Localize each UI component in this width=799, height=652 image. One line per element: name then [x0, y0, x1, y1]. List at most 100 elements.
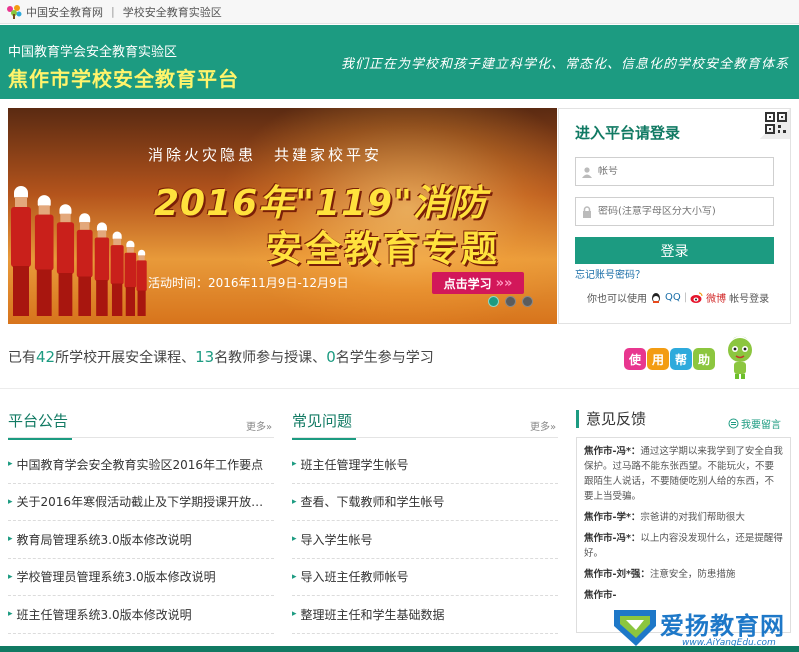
oauth-suffix: 帐号登录 [729, 294, 770, 305]
list-item[interactable]: ▸ 导入学生帐号 [292, 521, 558, 559]
password-input[interactable] [598, 206, 768, 217]
feedback-item: 焦作市-冯*：通过这学期以来我学到了安全自我保护。过马路不能东张西望。不能玩火，… [584, 444, 783, 504]
schools-text: 所学校开展安全课程、 [55, 350, 196, 366]
login-heading: 进入平台请登录 [575, 124, 681, 142]
list-item[interactable]: ▸ 中国教育学会安全教育实验区2016年工作要点 [8, 446, 274, 484]
feedback-text: 宗爸讲的对我们帮助很大 [640, 512, 745, 523]
learn-button[interactable]: 点击学习 »» [432, 272, 524, 294]
faq-underline [292, 438, 356, 440]
lab-link[interactable]: 学校安全教育实验区 [123, 4, 222, 20]
password-field[interactable] [575, 197, 774, 226]
leave-message-link[interactable]: 我要留言 [728, 416, 781, 431]
list-item[interactable]: ▸ 教育局管理系统3.0版本修改说明 [8, 521, 274, 559]
feedback-item: 焦作市- [584, 588, 783, 603]
soldier-figure [10, 186, 32, 316]
bullet-arrow-icon: ▸ [292, 459, 297, 470]
forgot-password-link[interactable]: 忘记账号密码？ [575, 266, 645, 281]
teachers-count: 13 [195, 348, 215, 366]
announcements-heading: 平台公告 [8, 410, 72, 440]
mascot-icon [728, 336, 752, 379]
slide-indicators [488, 296, 533, 307]
list-item[interactable]: ▸ 班主任管理系统3.0版本修改说明 [8, 596, 274, 634]
double-arrow-icon: »» [495, 275, 513, 291]
feedback-text: 注意安全，防患措施 [649, 569, 736, 580]
qq-icon[interactable] [650, 292, 662, 304]
soldier-figure [136, 249, 147, 316]
list-item[interactable]: ▸ 班主任管理学生帐号 [292, 446, 558, 484]
qq-login-link[interactable]: QQ [665, 292, 681, 303]
more-chevron-icon: » [550, 422, 557, 433]
announcements-underline [8, 438, 72, 440]
list-item-label: 中国教育学会安全教育实验区2016年工作要点 [16, 457, 264, 472]
user-icon [576, 166, 598, 178]
section-divider [0, 388, 799, 389]
slide-dot[interactable] [505, 296, 516, 307]
list-item-label: 关于2016年寒假活动截止及下学期授课开放… [16, 495, 264, 510]
faq-rule [292, 437, 558, 438]
bullet-arrow-icon: ▸ [292, 496, 297, 507]
weibo-login-link[interactable]: 微博 [706, 290, 726, 305]
list-item-label: 导入学生帐号 [300, 532, 373, 547]
help-badge-letter: 帮 [670, 348, 692, 370]
banner-headline-2: 安全教育专题 [266, 229, 501, 270]
feedback-author: 焦作市-刘*强： [584, 569, 650, 580]
help-badge-letter: 用 [647, 348, 669, 370]
oauth-login-row: 你也可以使用 QQ | 微博 帐号登录 [587, 290, 769, 305]
banner-time: 活动时间：2016年11月9日-12月9日 [148, 276, 349, 290]
schools-count: 42 [36, 348, 56, 366]
list-item-label: 教育局管理系统3.0版本修改说明 [16, 532, 192, 547]
faq-title: 常见问题 [292, 412, 353, 430]
slide-dot[interactable] [488, 296, 499, 307]
feedback-item: 焦作市-学*：宗爸讲的对我们帮助很大 [584, 510, 783, 525]
username-field[interactable] [575, 157, 774, 186]
feedback-author: 焦作市-冯*： [584, 533, 641, 544]
feedback-item: 焦作市-冯*：以上内容没发现什么，还是提醒得好。 [584, 531, 783, 561]
feedback-list: 焦作市-冯*：通过这学期以来我学到了安全自我保护。过马路不能东张西望。不能玩火，… [576, 437, 791, 633]
banner-slogan: 消除火灾隐患 共建家校平安 [148, 146, 383, 164]
list-item[interactable]: ▸ 整理班主任和学生基础数据 [292, 596, 558, 634]
list-item-label: 学校管理员管理系统3.0版本修改说明 [16, 570, 216, 585]
site-home-link[interactable]: 中国安全教育网 [26, 4, 103, 20]
bullet-arrow-icon: ▸ [8, 534, 13, 545]
list-item[interactable]: ▸ 学校管理员管理系统3.0版本修改说明 [8, 559, 274, 596]
faq-heading: 常见问题 [292, 410, 356, 440]
login-button[interactable]: 登录 [575, 237, 774, 264]
bullet-arrow-icon: ▸ [8, 459, 13, 470]
promo-banner[interactable]: 消除火灾隐患 共建家校平安 2016年"119"消防 安全教育专题 活动时间：2… [8, 108, 557, 324]
feedback-author: 焦作市- [584, 590, 617, 601]
help-badge-letters: 使用帮助 [624, 348, 715, 370]
top-bar: 中国安全教育网 | 学校安全教育实验区 [0, 0, 799, 24]
bullet-arrow-icon: ▸ [292, 534, 297, 545]
list-item[interactable]: ▸ 导入班主任教师帐号 [292, 559, 558, 596]
announcements-more-link[interactable]: 更多» [246, 418, 272, 433]
bullet-arrow-icon: ▸ [8, 571, 13, 582]
login-panel: 进入平台请登录 登录 忘记账号密码？ 你也可以使用 QQ | 微 [558, 108, 791, 324]
faq-more-link[interactable]: 更多» [530, 418, 556, 433]
help-badge[interactable]: 使用帮助 [624, 334, 754, 380]
oauth-divider: | [683, 292, 688, 303]
learn-button-label: 点击学习 [443, 276, 492, 291]
list-item[interactable]: ▸ 查看、下载教师和学生帐号 [292, 484, 558, 521]
qr-code-toggle[interactable] [760, 109, 790, 139]
announcements-list: ▸ 中国教育学会安全教育实验区2016年工作要点 ▸ 关于2016年寒假活动截止及下学… [8, 446, 274, 634]
students-text: 名学生参与学习 [335, 350, 434, 366]
announcements-rule [8, 437, 274, 438]
slide-dot[interactable] [522, 296, 533, 307]
header-slogan: 我们正在为学校和孩子建立科学化、常态化、信息化的学校安全教育体系 [340, 57, 789, 72]
leave-message-label: 我要留言 [741, 420, 781, 431]
soldier-figure [56, 204, 75, 316]
watermark-logo-icon [614, 610, 656, 646]
list-item-label: 整理班主任和学生基础数据 [300, 607, 445, 622]
username-input[interactable] [598, 166, 768, 177]
list-item-label: 班主任管理系统3.0版本修改说明 [16, 607, 192, 622]
feedback-author: 焦作市-学*： [584, 512, 641, 523]
soldier-figure [124, 240, 137, 316]
help-badge-letter: 使 [624, 348, 646, 370]
header-band: 中国教育学会安全教育实验区 焦作市学校安全教育平台 我们正在为学校和孩子建立科学… [0, 25, 799, 99]
teachers-text: 名教师参与授课、 [214, 350, 327, 366]
weibo-icon[interactable] [690, 291, 703, 304]
soldier-figure [76, 213, 93, 316]
bullet-arrow-icon: ▸ [292, 609, 297, 620]
list-item[interactable]: ▸ 关于2016年寒假活动截止及下学期授课开放… [8, 484, 274, 521]
oauth-prefix: 你也可以使用 [587, 294, 647, 305]
